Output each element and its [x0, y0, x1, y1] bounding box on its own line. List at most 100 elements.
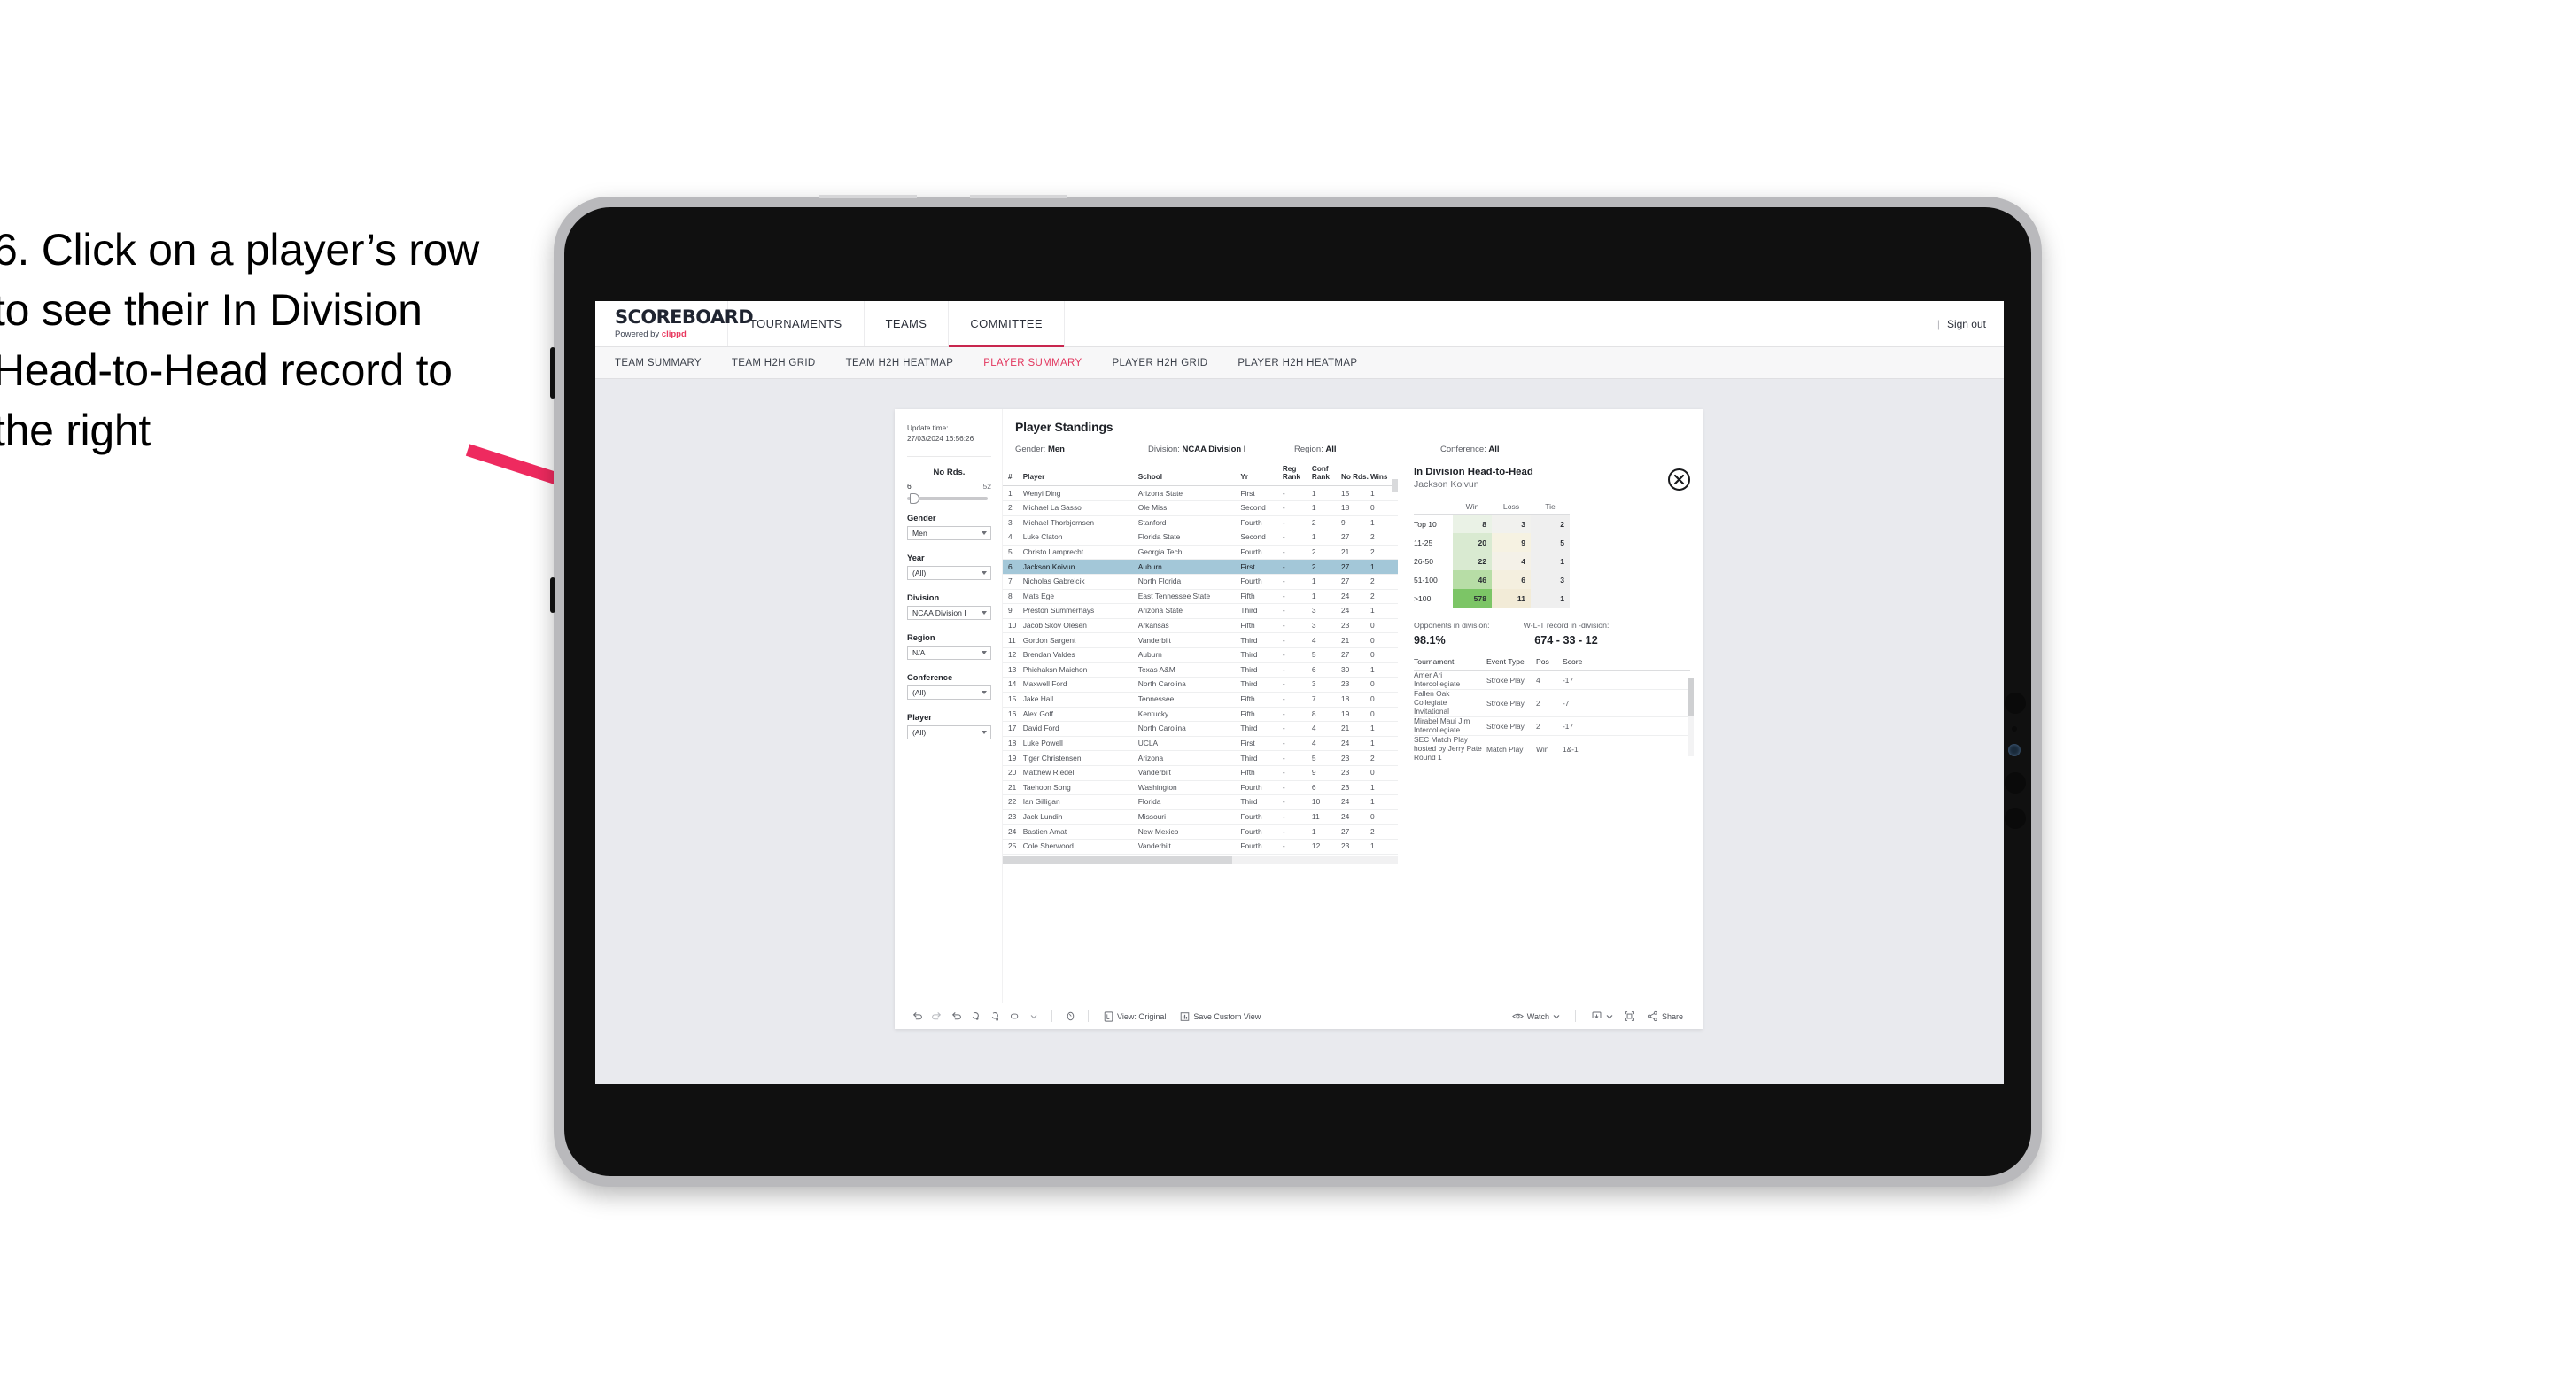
download-button[interactable] — [1584, 1010, 1620, 1022]
table-row[interactable]: 5 Christo Lamprecht Georgia Tech Fourth -2 21… — [1003, 545, 1398, 561]
table-row[interactable]: 4 Luke Claton Florida State Second -1 27 2 — [1003, 530, 1398, 546]
filter-region-select[interactable]: N/A — [907, 645, 991, 660]
tcol-tournament[interactable]: Tournament — [1414, 657, 1486, 666]
tab-team-h2h-heatmap[interactable]: TEAM H2H HEATMAP — [846, 358, 954, 368]
table-row[interactable]: 25 Cole Sherwood Vanderbilt Fourth -12 23 1 — [1003, 839, 1398, 855]
pause-updates-icon[interactable] — [985, 1010, 1005, 1022]
table-row[interactable]: 12 Brendan Valdes Auburn Third -5 27 0 — [1003, 647, 1398, 663]
tournament-row[interactable]: Amer Ari Intercollegiate Stroke Play 4 -17 — [1414, 670, 1690, 691]
heatmap-cell-tie[interactable]: 5 — [1531, 533, 1570, 552]
sign-out-link[interactable]: Sign out — [1947, 318, 1986, 330]
table-row[interactable]: 14 Maxwell Ford North Carolina Third -3 23 0 — [1003, 677, 1398, 693]
highlight-icon[interactable] — [1060, 1010, 1080, 1022]
heatmap-cell-loss[interactable]: 3 — [1492, 515, 1531, 533]
undo-icon[interactable] — [907, 1010, 927, 1022]
table-row[interactable]: 18 Luke Powell UCLA First -4 24 1 — [1003, 736, 1398, 752]
nav-teams[interactable]: TEAMS — [865, 301, 950, 346]
table-row[interactable]: 20 Matthew Riedel Vanderbilt Fifth -9 23 0 — [1003, 765, 1398, 781]
close-circle-icon[interactable] — [1668, 468, 1690, 491]
table-row[interactable]: 23 Jack Lundin Missouri Fourth -11 24 0 — [1003, 809, 1398, 825]
tab-team-summary[interactable]: TEAM SUMMARY — [615, 358, 702, 368]
table-row[interactable]: 21 Taehoon Song Washington Fourth -6 23 1 — [1003, 780, 1398, 796]
nav-tournaments[interactable]: TOURNAMENTS — [728, 301, 865, 346]
tcol-event-type[interactable]: Event Type — [1486, 657, 1536, 666]
table-row[interactable]: 13 Phichaksn Maichon Texas A&M Third -6 30 1 — [1003, 662, 1398, 678]
table-row[interactable]: 2 Michael La Sasso Ole Miss Second -1 18 0 — [1003, 500, 1398, 516]
cell-school: Ole Miss — [1137, 500, 1241, 516]
table-vertical-scrollbar[interactable] — [1392, 479, 1398, 492]
table-row[interactable]: 7 Nicholas Gabrelcik North Florida Fourth -1… — [1003, 574, 1398, 590]
revert-icon[interactable] — [946, 1010, 966, 1022]
table-row[interactable]: 10 Jacob Skov Olesen Arkansas Fifth -3 23 0 — [1003, 618, 1398, 634]
watch-button[interactable]: Watch — [1505, 1011, 1567, 1021]
table-row[interactable]: 17 David Ford North Carolina Third -4 21 1 — [1003, 721, 1398, 737]
tournament-row[interactable]: Fallen Oak Collegiate Invitational Stroke… — [1414, 689, 1690, 717]
table-row[interactable]: 9 Preston Summerhays Arizona State Third -3 2… — [1003, 603, 1398, 619]
col-year[interactable]: Yr — [1240, 463, 1283, 487]
filter-player-select[interactable]: (All) — [907, 724, 991, 739]
table-row[interactable]: 6 Jackson Koivun Auburn First -2 27 1 — [1003, 559, 1398, 576]
col-rank[interactable]: # — [1003, 463, 1023, 487]
refresh-icon[interactable] — [966, 1010, 985, 1022]
table-horizontal-scrollbar[interactable] — [1003, 856, 1398, 864]
tab-player-h2h-grid[interactable]: PLAYER H2H GRID — [1112, 358, 1207, 368]
col-player[interactable]: Player — [1022, 463, 1138, 487]
table-row[interactable]: 16 Alex Goff Kentucky Fifth -8 19 0 — [1003, 707, 1398, 723]
view-original-button[interactable]: View: Original — [1097, 1010, 1173, 1022]
heatmap-cell-loss[interactable]: 4 — [1492, 552, 1531, 570]
filter-gender-select[interactable]: Men — [907, 525, 991, 540]
pan-dropdown-icon[interactable] — [1024, 1013, 1044, 1020]
tcol-score[interactable]: Score — [1563, 657, 1593, 666]
heatmap-cell-tie[interactable]: 3 — [1531, 570, 1570, 589]
cell-wins: 1 — [1369, 515, 1398, 531]
tablet-sensor-dot — [2012, 726, 2017, 732]
heatmap-cell-win[interactable]: 46 — [1453, 570, 1492, 589]
download-icon — [1592, 1011, 1602, 1019]
filter-division-select[interactable]: NCAA Division I — [907, 605, 991, 620]
heatmap-cell-tie[interactable]: 1 — [1531, 589, 1570, 608]
filter-year-select[interactable]: (All) — [907, 565, 991, 580]
heatmap-cell-win[interactable]: 22 — [1453, 552, 1492, 570]
cell-school: Missouri — [1137, 809, 1241, 825]
table-row[interactable]: 24 Bastien Amat New Mexico Fourth -1 27 2 — [1003, 824, 1398, 840]
tab-player-summary[interactable]: PLAYER SUMMARY — [983, 358, 1082, 368]
tournament-row[interactable]: Mirabel Maui Jim Intercollegiate Stroke P… — [1414, 716, 1690, 736]
table-row[interactable]: 3 Michael Thorbjornsen Stanford Fourth -2 9 1 — [1003, 515, 1398, 531]
no-rounds-slider[interactable] — [907, 492, 988, 504]
redo-icon[interactable] — [927, 1010, 946, 1022]
heatmap-cell-loss[interactable]: 9 — [1492, 533, 1531, 552]
heatmap-cell-loss[interactable]: 11 — [1492, 589, 1531, 608]
table-row[interactable]: 11 Gordon Sargent Vanderbilt Third -4 21 0 — [1003, 632, 1398, 649]
cell-conf-rank: 3 — [1311, 618, 1341, 634]
heatmap-cell-loss[interactable]: 6 — [1492, 570, 1531, 589]
col-conf-rank[interactable]: Conf Rank — [1311, 463, 1341, 487]
slider-handle[interactable] — [910, 492, 919, 504]
tournament-scrollbar[interactable] — [1688, 678, 1694, 756]
pan-icon[interactable] — [1005, 1010, 1024, 1022]
heatmap-cell-win[interactable]: 20 — [1453, 533, 1492, 552]
table-row[interactable]: 19 Tiger Christensen Arizona Third -5 23 2 — [1003, 750, 1398, 766]
scrollbar-thumb[interactable] — [1003, 856, 1232, 864]
col-school[interactable]: School — [1137, 463, 1241, 487]
heatmap-cell-tie[interactable]: 2 — [1531, 515, 1570, 533]
save-custom-view-button[interactable]: Save Custom View — [1173, 1011, 1268, 1022]
heatmap-cell-win[interactable]: 8 — [1453, 515, 1492, 533]
tournament-scrollbar-thumb[interactable] — [1688, 678, 1694, 716]
table-row[interactable]: 1 Wenyi Ding Arizona State First -1 15 1 — [1003, 485, 1398, 501]
table-row[interactable]: 8 Mats Ege East Tennessee State Fifth -1 24 2 — [1003, 589, 1398, 605]
heatmap-cell-tie[interactable]: 1 — [1531, 552, 1570, 570]
col-reg-rank[interactable]: Reg Rank — [1282, 463, 1312, 487]
tab-team-h2h-grid[interactable]: TEAM H2H GRID — [732, 358, 816, 368]
share-button[interactable]: Share — [1640, 1010, 1690, 1022]
heatmap-cell-win[interactable]: 578 — [1453, 589, 1492, 608]
tab-player-h2h-heatmap[interactable]: PLAYER H2H HEATMAP — [1238, 358, 1357, 368]
tournament-row[interactable]: SEC Match Play hosted by Jerry Pate Roun… — [1414, 735, 1690, 763]
filter-conference-select[interactable]: (All) — [907, 685, 991, 700]
col-no-rds[interactable]: No Rds. — [1340, 463, 1370, 487]
tablet-camera-top — [2005, 693, 2026, 714]
table-row[interactable]: 22 Ian Gilligan Florida Third -10 24 1 — [1003, 794, 1398, 810]
tcol-pos[interactable]: Pos — [1536, 657, 1563, 666]
nav-committee[interactable]: COMMITTEE — [949, 301, 1065, 347]
table-row[interactable]: 15 Jake Hall Tennessee Fifth -7 18 0 — [1003, 692, 1398, 708]
fullscreen-button[interactable] — [1620, 1010, 1640, 1022]
